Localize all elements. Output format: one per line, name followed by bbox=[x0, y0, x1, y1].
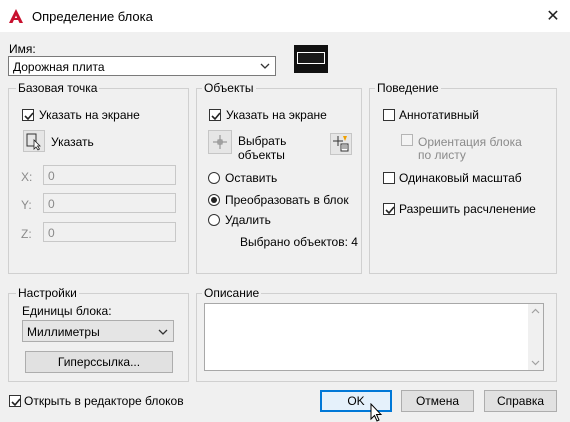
checkmark-icon bbox=[385, 206, 395, 215]
y-input[interactable]: 0 bbox=[43, 193, 176, 213]
scale-uniformly-checkbox[interactable] bbox=[383, 172, 395, 184]
select-objects-button[interactable] bbox=[208, 130, 232, 154]
x-label: X: bbox=[21, 170, 33, 184]
open-in-editor-label: Открыть в редакторе блоков bbox=[24, 394, 184, 408]
checkmark-icon bbox=[24, 112, 34, 121]
radio-dot bbox=[211, 197, 217, 203]
retain-label: Оставить bbox=[225, 171, 278, 185]
cancel-button[interactable]: Отмена bbox=[401, 390, 474, 412]
pick-point-label: Указать bbox=[51, 135, 94, 149]
chevron-down-icon bbox=[260, 63, 270, 69]
name-value: Дорожная плита bbox=[13, 60, 105, 74]
select-objects-label-1: Выбрать bbox=[238, 134, 287, 148]
y-label: Y: bbox=[21, 198, 32, 212]
delete-label: Удалить bbox=[225, 213, 271, 227]
pick-point-button[interactable] bbox=[23, 130, 45, 152]
scroll-down-icon bbox=[531, 360, 540, 366]
scale-uniformly-label: Одинаковый масштаб bbox=[399, 171, 522, 185]
z-label: Z: bbox=[21, 227, 32, 241]
close-icon[interactable]: ✕ bbox=[540, 4, 566, 28]
preview-shape bbox=[297, 52, 325, 64]
checkmark-icon bbox=[11, 398, 21, 407]
description-scrollbar[interactable] bbox=[528, 304, 543, 370]
selected-count: Выбрано объектов: 4 bbox=[240, 235, 358, 249]
retain-radio[interactable] bbox=[208, 172, 220, 184]
chevron-down-icon bbox=[158, 329, 168, 335]
scroll-up-icon bbox=[531, 308, 540, 314]
objects-title: Объекты bbox=[202, 81, 256, 95]
units-label: Единицы блока: bbox=[22, 304, 112, 318]
select-objects-label-2: объекты bbox=[238, 148, 285, 162]
allow-exploding-checkbox[interactable] bbox=[383, 203, 395, 215]
settings-title: Настройки bbox=[16, 286, 79, 300]
block-preview bbox=[294, 45, 328, 73]
window-title: Определение блока bbox=[32, 9, 153, 24]
checkmark-icon bbox=[211, 112, 221, 121]
orient-label-1: Ориентация блока bbox=[418, 135, 522, 149]
z-input[interactable]: 0 bbox=[43, 222, 176, 242]
name-combobox[interactable]: Дорожная плита bbox=[8, 56, 276, 76]
open-in-editor-checkbox[interactable] bbox=[9, 395, 21, 407]
z-value: 0 bbox=[48, 226, 55, 240]
objects-specify-checkbox[interactable] bbox=[209, 109, 221, 121]
delete-radio[interactable] bbox=[208, 214, 220, 226]
orient-checkbox[interactable] bbox=[401, 134, 413, 146]
annotative-label: Аннотативный bbox=[399, 108, 479, 122]
base-specify-label: Указать на экране bbox=[39, 108, 140, 122]
crosshair-icon bbox=[213, 135, 227, 149]
units-dropdown[interactable]: Миллиметры bbox=[22, 320, 174, 342]
base-point-title: Базовая точка bbox=[16, 81, 100, 95]
allow-exploding-label: Разрешить расчленение bbox=[399, 202, 536, 216]
annotative-checkbox[interactable] bbox=[383, 109, 395, 121]
y-value: 0 bbox=[48, 197, 55, 211]
x-input[interactable]: 0 bbox=[43, 165, 176, 185]
description-textarea[interactable] bbox=[204, 303, 544, 371]
convert-radio[interactable] bbox=[208, 194, 220, 206]
quick-select-icon bbox=[333, 136, 349, 152]
mouse-cursor-icon bbox=[370, 403, 383, 422]
orient-label-2: по листу bbox=[418, 148, 466, 162]
hyperlink-button[interactable]: Гиперссылка... bbox=[25, 351, 173, 373]
autocad-logo-icon bbox=[9, 9, 23, 23]
description-title: Описание bbox=[202, 286, 262, 300]
objects-specify-label: Указать на экране bbox=[226, 108, 327, 122]
base-specify-checkbox[interactable] bbox=[22, 109, 34, 121]
behavior-title: Поведение bbox=[375, 81, 441, 95]
convert-label: Преобразовать в блок bbox=[225, 193, 349, 207]
quick-select-button[interactable] bbox=[330, 133, 352, 155]
x-value: 0 bbox=[48, 169, 55, 183]
help-button[interactable]: Справка bbox=[484, 390, 557, 412]
units-value: Миллиметры bbox=[27, 325, 100, 339]
name-label: Имя: bbox=[9, 42, 36, 56]
pick-point-icon bbox=[26, 133, 41, 151]
